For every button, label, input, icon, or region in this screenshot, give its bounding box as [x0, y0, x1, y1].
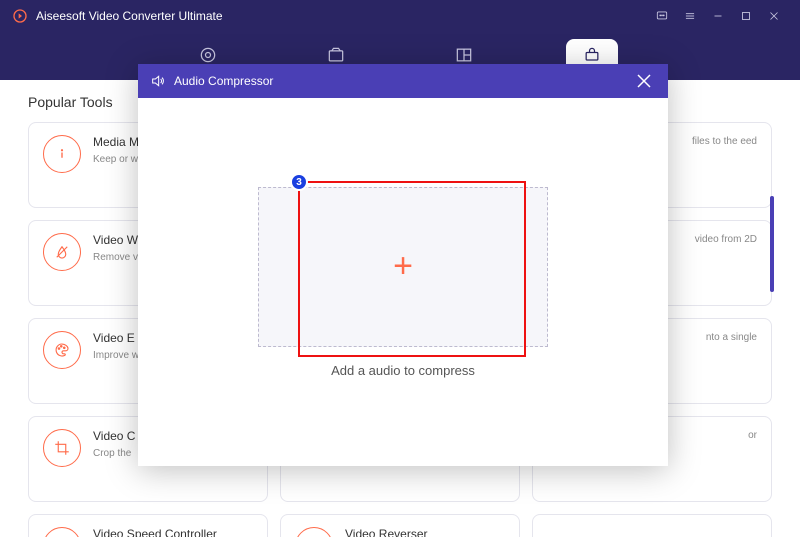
tool-title: Video Reverser	[345, 527, 428, 537]
modal-titlebar: Audio Compressor	[138, 64, 668, 98]
tool-card-speed[interactable]: Video Speed Controller	[28, 514, 268, 537]
scrollbar-thumb[interactable]	[770, 196, 774, 292]
drop-label: Add a audio to compress	[331, 363, 475, 378]
tool-card[interactable]	[532, 514, 772, 537]
tool-desc: video from 2D	[695, 233, 757, 246]
reverse-icon	[295, 527, 333, 537]
modal-close-button[interactable]	[632, 69, 656, 93]
tool-desc: nto a single	[706, 331, 757, 344]
menu-button[interactable]	[676, 2, 704, 30]
speed-icon	[43, 527, 81, 537]
tool-desc: files to the eed	[692, 135, 757, 148]
crop-icon	[43, 429, 81, 467]
tool-desc: or	[748, 429, 757, 442]
tool-title: Video Speed Controller	[93, 527, 217, 537]
no-water-icon	[43, 233, 81, 271]
app-title: Aiseesoft Video Converter Ultimate	[36, 9, 223, 23]
maximize-button[interactable]	[732, 2, 760, 30]
tool-card-reverser[interactable]: Video Reverser	[280, 514, 520, 537]
audio-compressor-modal: Audio Compressor + Add a audio to compre…	[138, 64, 668, 466]
feedback-button[interactable]	[648, 2, 676, 30]
modal-title: Audio Compressor	[174, 74, 273, 88]
palette-icon	[43, 331, 81, 369]
speaker-icon	[150, 73, 166, 89]
tool-desc: Crop the	[93, 447, 135, 460]
app-logo-icon	[12, 8, 28, 24]
titlebar: Aiseesoft Video Converter Ultimate	[0, 0, 800, 32]
info-icon	[43, 135, 81, 173]
tool-title: Video C	[93, 429, 135, 443]
add-audio-dropzone[interactable]: +	[258, 187, 548, 347]
modal-body: + Add a audio to compress	[138, 98, 668, 466]
scrollbar[interactable]	[770, 196, 774, 536]
minimize-button[interactable]	[704, 2, 732, 30]
close-button[interactable]	[760, 2, 788, 30]
plus-icon: +	[393, 247, 413, 286]
